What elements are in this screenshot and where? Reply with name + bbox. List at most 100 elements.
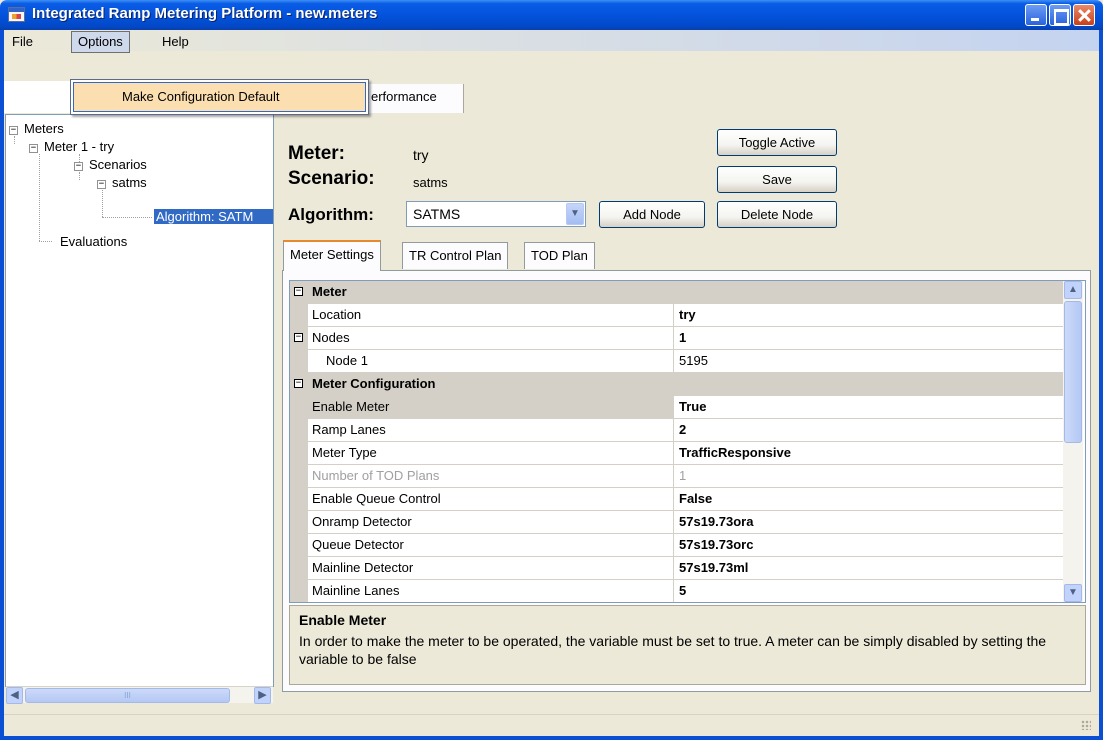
grid-property-row[interactable]: Number of TOD Plans 1 — [290, 465, 1067, 488]
tree-node-satms[interactable]: satms — [112, 175, 147, 190]
scenario-label: Scenario: — [288, 168, 375, 189]
grid-property-row[interactable]: Queue Detector 57s19.73orc — [290, 534, 1067, 557]
tree-node-meter-1[interactable]: Meter 1 - try — [44, 139, 114, 154]
grid-row-margin — [290, 465, 308, 488]
collapse-icon[interactable]: − — [9, 126, 18, 135]
grid-property-value[interactable]: 5 — [679, 583, 686, 598]
grid-property-value[interactable]: 57s19.73ora — [679, 514, 753, 529]
tree-line — [79, 154, 80, 162]
tab-tr-control-plan[interactable]: TR Control Plan — [402, 242, 509, 269]
tab-performance[interactable]: erformance — [368, 84, 464, 113]
property-grid[interactable]: − Meter Location try − Nodes 1 Node 1 5195− Meter… — [289, 280, 1086, 603]
grid-property-name: Nodes — [312, 330, 350, 345]
grid-row-margin — [290, 557, 308, 580]
tree-node-evaluations[interactable]: Evaluations — [60, 234, 127, 249]
grid-row-margin — [290, 442, 308, 465]
grid-property-value[interactable]: 5195 — [679, 353, 708, 368]
grid-property-row[interactable]: − Nodes 1 — [290, 327, 1067, 350]
grid-property-row[interactable]: Node 1 5195 — [290, 350, 1067, 373]
save-button[interactable]: Save — [717, 166, 837, 193]
collapse-icon[interactable]: − — [294, 379, 303, 388]
window-frame-bottom — [0, 736, 1103, 740]
scroll-up-icon[interactable]: ▲ — [1064, 281, 1082, 299]
grid-row-margin — [290, 511, 308, 534]
algorithm-label: Algorithm: — [288, 205, 374, 224]
property-description: Enable Meter In order to make the meter … — [289, 605, 1086, 685]
grid-property-row[interactable]: Mainline Detector 57s19.73ml — [290, 557, 1067, 580]
scroll-right-icon[interactable]: ▶ — [254, 687, 271, 704]
meter-value: try — [413, 147, 429, 163]
app-icon[interactable] — [8, 7, 25, 22]
grid-column-divider — [673, 557, 674, 580]
tree-node-meters[interactable]: Meters — [24, 121, 64, 136]
grid-property-value[interactable]: False — [679, 491, 712, 506]
meter-label: Meter: — [288, 143, 346, 164]
grid-property-row[interactable]: Meter Type TrafficResponsive — [290, 442, 1067, 465]
tree-horizontal-scrollbar[interactable]: ◀ III ▶ — [6, 686, 273, 704]
grid-property-row[interactable]: Ramp Lanes 2 — [290, 419, 1067, 442]
tree-line — [102, 190, 103, 217]
grid-property-name: Meter Type — [312, 445, 377, 460]
grid-property-value[interactable]: 2 — [679, 422, 686, 437]
tree-line — [79, 172, 80, 180]
collapse-icon[interactable]: − — [294, 333, 303, 342]
grid-property-name: Onramp Detector — [312, 514, 412, 529]
grid-property-value[interactable]: TrafficResponsive — [679, 445, 791, 460]
title-bar: Integrated Ramp Metering Platform - new.… — [0, 0, 1103, 30]
scroll-thumb[interactable] — [1064, 301, 1082, 443]
scenario-value: satms — [413, 175, 448, 190]
grid-category-row[interactable]: − Meter Configuration — [290, 373, 1067, 396]
grid-property-name: Number of TOD Plans — [312, 468, 440, 483]
tab-tod-plan[interactable]: TOD Plan — [524, 242, 595, 269]
collapse-icon[interactable]: − — [294, 287, 303, 296]
grid-column-divider — [673, 465, 674, 488]
algorithm-select[interactable]: SATMS ▼ — [406, 201, 586, 227]
grid-property-row[interactable]: Location try — [290, 304, 1067, 327]
grid-property-value[interactable]: 1 — [679, 468, 686, 483]
grid-property-row[interactable]: Mainline Lanes 5 — [290, 580, 1067, 602]
scroll-down-icon[interactable]: ▼ — [1064, 584, 1082, 602]
scroll-thumb[interactable]: III — [25, 688, 230, 703]
delete-node-button[interactable]: Delete Node — [717, 201, 837, 228]
collapse-icon[interactable]: − — [97, 180, 106, 189]
grid-category-row[interactable]: − Meter — [290, 281, 1067, 304]
collapse-icon[interactable]: − — [29, 144, 38, 153]
menu-help[interactable]: Help — [156, 33, 195, 53]
menu-options[interactable]: Options — [71, 31, 130, 53]
scroll-left-icon[interactable]: ◀ — [6, 687, 23, 704]
tree-node-scenarios[interactable]: Scenarios — [89, 157, 147, 172]
grid-row-margin — [290, 396, 308, 419]
resize-grip-icon[interactable] — [1081, 720, 1091, 730]
add-node-button[interactable]: Add Node — [599, 201, 705, 228]
grid-property-row[interactable]: Enable Meter True — [290, 396, 1067, 419]
menu-file[interactable]: File — [6, 33, 39, 53]
grid-property-name: Enable Meter — [308, 396, 673, 418]
grid-property-name: Location — [312, 307, 362, 322]
chevron-down-icon[interactable]: ▼ — [566, 203, 584, 225]
description-title: Enable Meter — [299, 612, 387, 628]
grid-property-row[interactable]: Enable Queue Control False — [290, 488, 1067, 511]
grid-property-name: Mainline Lanes — [312, 583, 400, 598]
tree-line — [102, 217, 152, 218]
grid-row-margin — [290, 534, 308, 557]
toggle-active-button[interactable]: Toggle Active — [717, 129, 837, 156]
close-button[interactable] — [1073, 4, 1095, 26]
tree-node-algorithm[interactable]: Algorithm: SATM — [154, 209, 273, 224]
grid-property-value[interactable]: 57s19.73orc — [679, 537, 753, 552]
grid-column-divider — [673, 534, 674, 557]
menu-item-make-configuration-default[interactable]: Make Configuration Default — [73, 82, 366, 112]
grid-property-name: Queue Detector — [312, 537, 404, 552]
grid-property-value[interactable]: 57s19.73ml — [679, 560, 748, 575]
collapse-icon[interactable]: − — [74, 162, 83, 171]
grid-property-row[interactable]: Onramp Detector 57s19.73ora — [290, 511, 1067, 534]
grid-property-value[interactable]: 1 — [679, 330, 686, 345]
maximize-button[interactable] — [1049, 4, 1071, 26]
grid-property-name: Enable Queue Control — [312, 491, 441, 506]
minimize-button[interactable] — [1025, 4, 1047, 26]
tree-line — [39, 154, 40, 241]
grid-property-value[interactable]: True — [679, 399, 706, 414]
tab-meter-settings[interactable]: Meter Settings — [283, 240, 381, 271]
meter-tree[interactable]: − Meters − Meter 1 - try − Scenarios − s… — [5, 114, 274, 687]
grid-vertical-scrollbar[interactable]: ▲ ▼ — [1063, 281, 1083, 602]
grid-property-value[interactable]: try — [679, 307, 696, 322]
